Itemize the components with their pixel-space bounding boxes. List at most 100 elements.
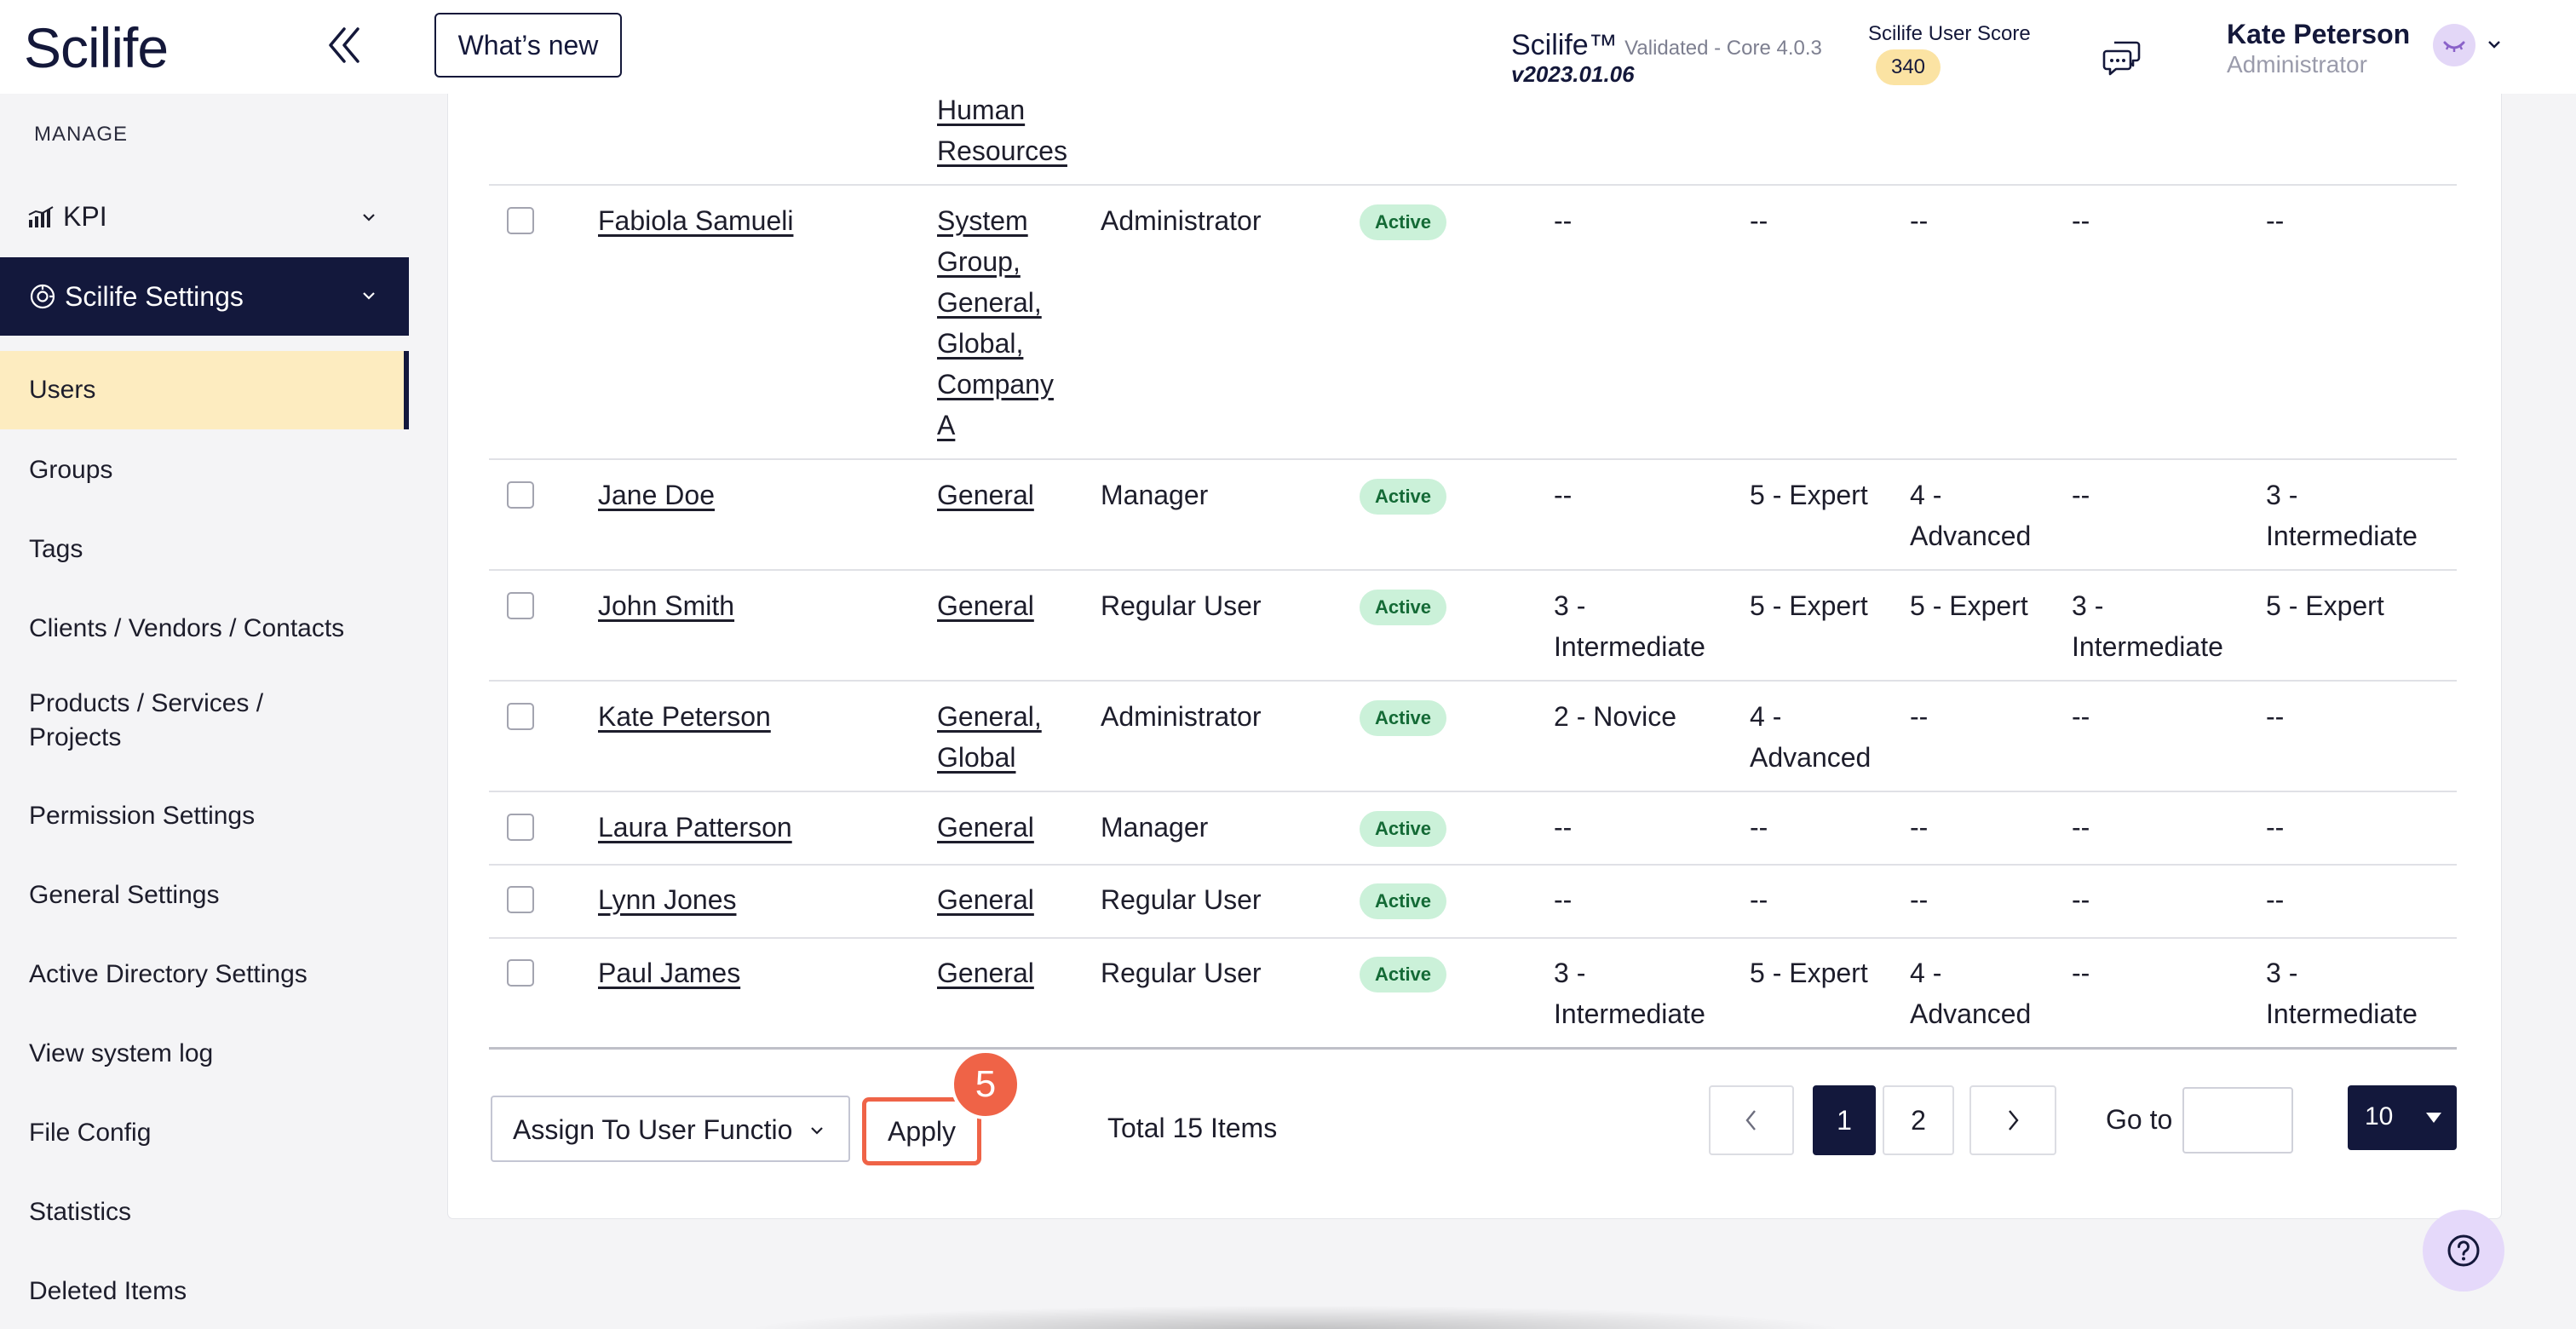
page-button-2[interactable]: 2 — [1883, 1085, 1954, 1155]
user-role: Manager — [1101, 480, 1209, 510]
page-button-1[interactable]: 1 — [1813, 1085, 1876, 1155]
chevron-down-icon — [363, 292, 375, 300]
function-level: -- — [1910, 884, 1929, 915]
row-checkbox[interactable] — [507, 481, 534, 509]
prev-page-button[interactable] — [1709, 1085, 1794, 1155]
kpi-chart-icon — [28, 206, 54, 227]
caret-down-icon — [2426, 1113, 2441, 1123]
user-groups[interactable]: System Group, General, Global, Company A — [937, 200, 1073, 446]
chevron-down-icon[interactable] — [2486, 36, 2503, 53]
user-groups[interactable]: General — [937, 807, 1073, 848]
function-level: -- — [1750, 812, 1768, 843]
row-divider — [489, 184, 2457, 186]
status-badge: Active — [1360, 590, 1447, 625]
user-role: Regular User — [1101, 958, 1262, 988]
user-groups[interactable]: General — [937, 952, 1073, 993]
function-level: 2 - Novice — [1554, 701, 1677, 732]
user-groups[interactable]: General — [937, 879, 1073, 920]
status-badge: Active — [1360, 700, 1447, 736]
status-badge: Active — [1360, 957, 1447, 992]
user-role: Regular User — [1101, 884, 1262, 915]
function-level: -- — [2072, 701, 2090, 732]
sidebar-item-tags[interactable]: Tags — [0, 529, 409, 570]
bottom-shadow — [741, 1305, 1849, 1329]
user-score-badge: 340 — [1876, 49, 1941, 85]
function-level: -- — [1910, 205, 1929, 236]
sidebar-item-scilife-settings[interactable]: Scilife Settings — [0, 257, 409, 336]
sidebar-item-active-directory-settings[interactable]: Active Directory Settings — [0, 954, 409, 995]
row-checkbox[interactable] — [507, 814, 534, 841]
collapse-sidebar-button[interactable] — [325, 24, 363, 66]
user-role: Administrator — [2227, 51, 2367, 78]
user-name-link[interactable]: Paul James — [598, 952, 740, 993]
sidebar-item-clients-vendors-contacts[interactable]: Clients / Vendors / Contacts — [0, 608, 409, 649]
user-name-link[interactable]: Jane Doe — [598, 475, 715, 515]
function-level: -- — [1554, 812, 1573, 843]
status-badge: Active — [1360, 811, 1447, 847]
page-size-select[interactable]: 10 — [2348, 1085, 2457, 1150]
function-level: 4 - Advanced — [1750, 701, 1872, 773]
function-level: -- — [2072, 205, 2090, 236]
function-level: 4 - Advanced — [1910, 958, 2032, 1029]
function-level: 3 - Intermediate — [2072, 590, 2223, 662]
sidebar-item-statistics[interactable]: Statistics — [0, 1192, 409, 1233]
group-link[interactable]: Human Resources — [937, 89, 1090, 171]
function-level: 3 - Intermediate — [2266, 480, 2418, 551]
chevron-down-icon — [811, 1127, 823, 1135]
function-level: -- — [1750, 205, 1768, 236]
user-name-link[interactable]: Laura Patterson — [598, 807, 792, 848]
user-name-link[interactable]: John Smith — [598, 585, 734, 626]
goto-label: Go to — [2106, 1104, 2173, 1135]
sidebar-item-users[interactable]: Users — [0, 351, 409, 429]
row-divider — [489, 458, 2457, 460]
status-badge: Active — [1360, 479, 1447, 515]
goto-page-input[interactable] — [2182, 1087, 2293, 1154]
user-name-link[interactable]: Fabiola Samueli — [598, 200, 793, 241]
user-groups[interactable]: General, Global — [937, 696, 1073, 778]
row-checkbox[interactable] — [507, 886, 534, 913]
next-page-button[interactable] — [1969, 1085, 2056, 1155]
function-level: 5 - Expert — [2266, 590, 2384, 621]
function-level: -- — [1554, 205, 1573, 236]
help-button[interactable] — [2423, 1210, 2504, 1292]
sidebar-item-view-system-log[interactable]: View system log — [0, 1033, 409, 1074]
row-checkbox[interactable] — [507, 703, 534, 730]
function-level: 5 - Expert — [1910, 590, 2028, 621]
sidebar-item-products-services-projects[interactable]: Products / Services / Projects — [0, 687, 409, 755]
user-groups[interactable]: General — [937, 585, 1073, 626]
app-name: Scilife™ — [1511, 29, 1618, 61]
sidebar-item-general-settings[interactable]: General Settings — [0, 875, 409, 916]
sidebar-item-file-config[interactable]: File Config — [0, 1113, 409, 1154]
user-role: Manager — [1101, 812, 1209, 843]
sidebar-item-deleted-items[interactable]: Deleted Items — [0, 1271, 409, 1312]
sidebar-item-groups[interactable]: Groups — [0, 450, 409, 491]
function-level: 3 - Intermediate — [1554, 590, 1705, 662]
row-checkbox[interactable] — [507, 207, 534, 234]
function-level: -- — [2266, 701, 2285, 732]
function-level: 3 - Intermediate — [1554, 958, 1705, 1029]
user-name-link[interactable]: Kate Peterson — [598, 696, 771, 737]
row-divider — [489, 864, 2457, 866]
user-role: Regular User — [1101, 590, 1262, 621]
user-name-link[interactable]: Lynn Jones — [598, 879, 736, 920]
whats-new-button[interactable]: What’s new — [434, 13, 622, 78]
page-size-value: 10 — [2365, 1102, 2394, 1131]
avatar-icon[interactable] — [2433, 24, 2475, 66]
user-score-label: Scilife User Score — [1868, 22, 2031, 45]
row-checkbox[interactable] — [507, 592, 534, 619]
row-checkbox[interactable] — [507, 959, 534, 987]
function-level: 4 - Advanced — [1910, 480, 2032, 551]
user-groups[interactable]: General — [937, 475, 1073, 515]
sidebar-section-label: MANAGE — [34, 123, 129, 146]
row-divider — [489, 569, 2457, 571]
function-level: -- — [2266, 205, 2285, 236]
bulk-action-select[interactable]: Assign To User Functio — [491, 1096, 850, 1162]
sidebar-item-kpi[interactable]: KPI — [0, 184, 409, 250]
function-level: -- — [1750, 884, 1768, 915]
chat-icon[interactable] — [2102, 39, 2142, 77]
sidebar-item-permission-settings[interactable]: Permission Settings — [0, 796, 409, 837]
scilife-logo[interactable]: Scilife — [24, 15, 169, 80]
user-name[interactable]: Kate Peterson — [2227, 19, 2410, 50]
chevron-left-icon — [1745, 1110, 1756, 1131]
collapse-icon — [329, 27, 359, 63]
